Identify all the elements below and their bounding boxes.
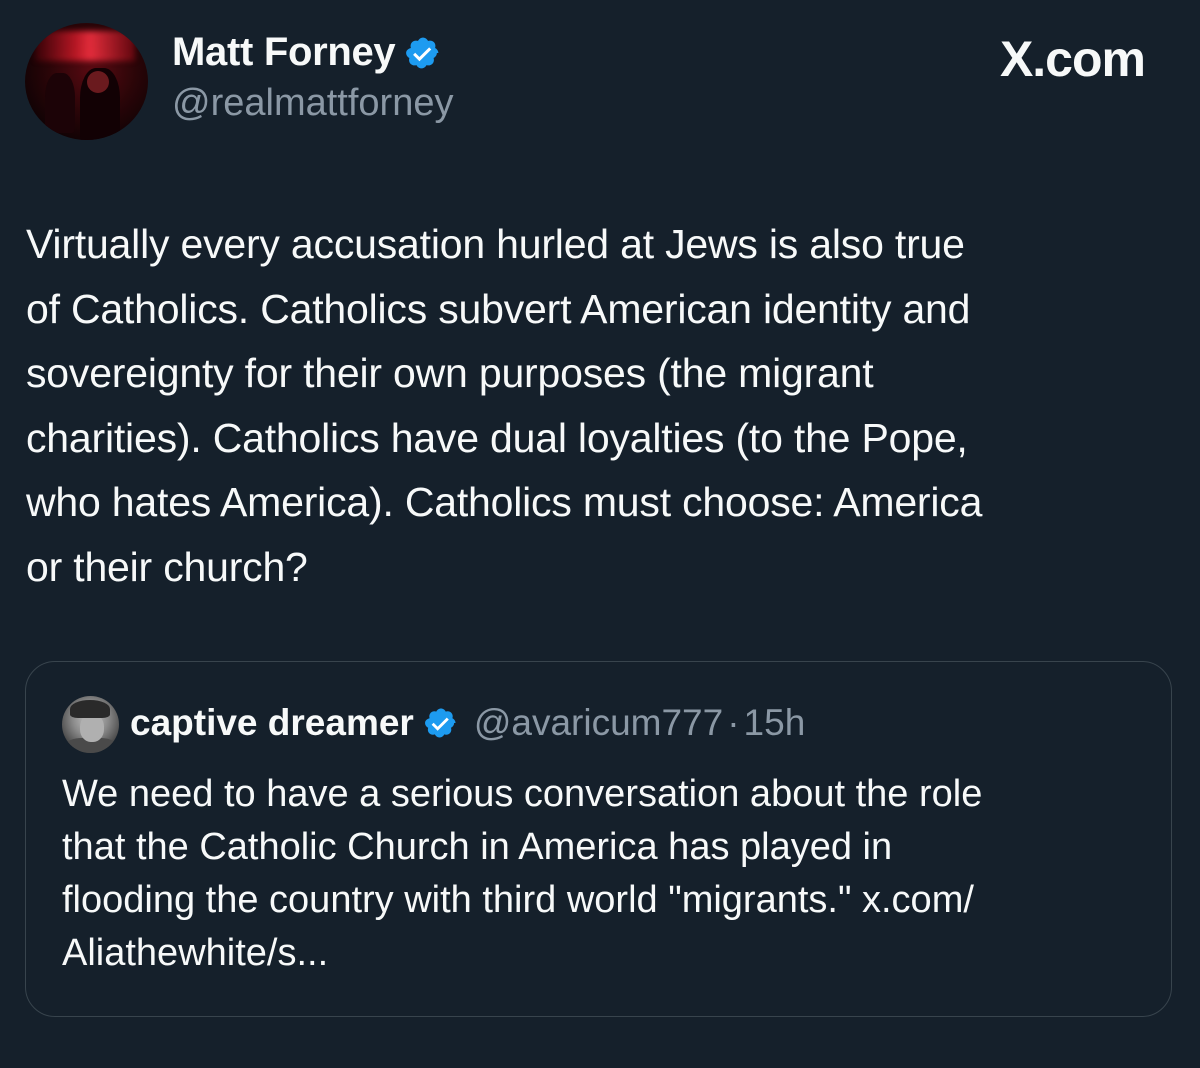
verified-badge-icon	[406, 37, 439, 68]
quoted-text-line: that the Catholic Church in America has …	[62, 826, 893, 868]
tweet-card: Matt Forney @realmattforney X.com Virtua…	[0, 0, 1200, 1068]
quoted-tweet-timestamp[interactable]: 15h	[744, 702, 806, 744]
author-display-name[interactable]: Matt Forney	[172, 30, 396, 75]
separator-dot: ·	[727, 702, 740, 743]
quoted-author-display-name[interactable]: captive dreamer	[130, 702, 414, 744]
verified-badge-icon	[424, 708, 456, 738]
site-brand: X.com	[999, 31, 1146, 87]
quoted-text-line: flooding the country with third world "m…	[62, 879, 974, 921]
author-handle[interactable]: @realmattforney	[172, 82, 453, 125]
quoted-author-handle[interactable]: @avaricum777	[474, 702, 723, 744]
quoted-tweet[interactable]: captive dreamer @avaricum777 · 15h We ne…	[25, 661, 1172, 1017]
tweet-text-line: sovereignty for their own purposes (the …	[26, 350, 874, 396]
quoted-tweet-text: We need to have a serious conversation a…	[62, 768, 1142, 980]
quoted-text-line: We need to have a serious conversation a…	[62, 773, 983, 815]
tweet-text-line: or their church?	[26, 543, 308, 590]
quoted-tweet-header: captive dreamer @avaricum777 · 15h	[130, 702, 805, 744]
tweet-text-line: charities). Catholics have dual loyaltie…	[26, 414, 968, 461]
quoted-text-line: Aliathewhite/s...	[62, 932, 329, 974]
tweet-text: Virtually every accusation hurled at Jew…	[26, 212, 1176, 599]
tweet-text-line: Virtually every accusation hurled at Jew…	[26, 221, 965, 267]
author-avatar[interactable]	[25, 23, 148, 140]
author-name-row: Matt Forney	[172, 30, 441, 75]
tweet-text-line: who hates America). Catholics must choos…	[26, 479, 983, 525]
quoted-author-avatar[interactable]	[62, 696, 119, 753]
tweet-text-line: of Catholics. Catholics subvert American…	[26, 285, 971, 332]
